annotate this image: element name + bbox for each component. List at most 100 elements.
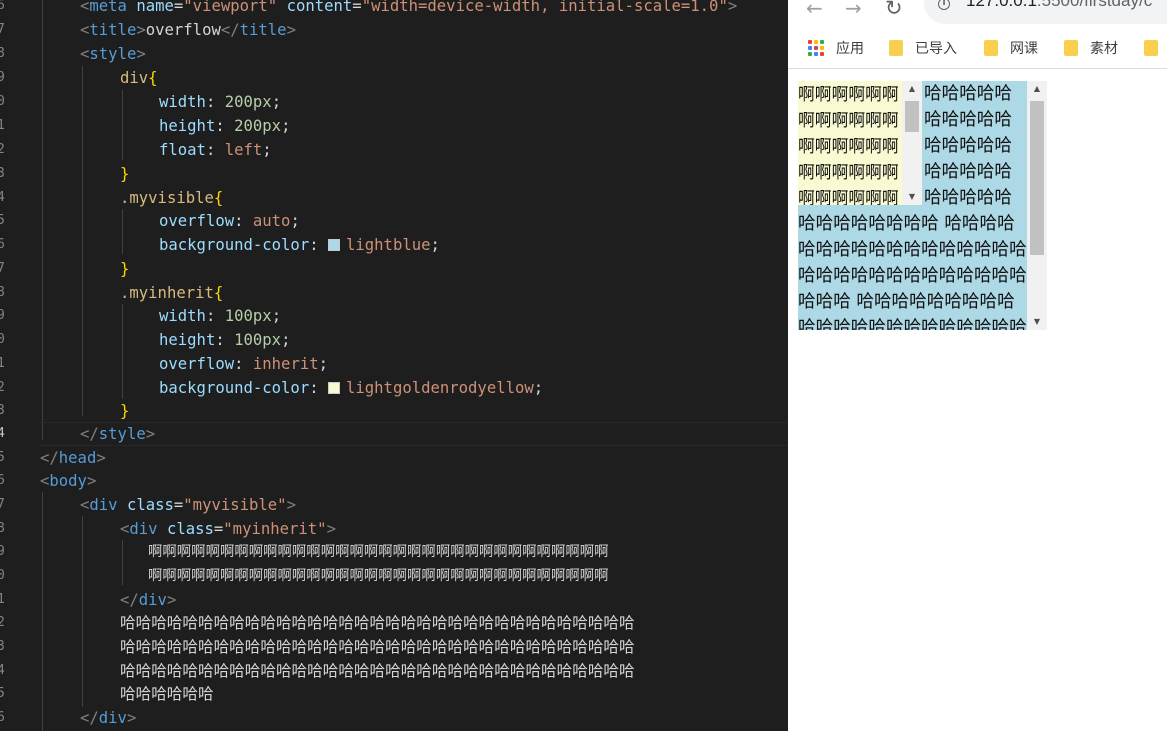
line-number: 5 [0, 213, 5, 228]
token: </ [220, 21, 240, 39]
bookmark-more[interactable] [1144, 39, 1167, 59]
token: name [126, 0, 174, 15]
token: > [136, 45, 146, 63]
token: { [148, 69, 158, 87]
token: head [58, 449, 97, 467]
line-number: 7 [0, 261, 5, 276]
token: < [120, 520, 130, 538]
address-bar[interactable]: i 127.0.0.1:5500/firstday/c [924, 0, 1167, 24]
line-number: 0 [0, 332, 5, 347]
scroll-down-arrow-icon[interactable]: ▼ [902, 189, 922, 205]
token: ; [281, 117, 291, 135]
token: 哈哈哈哈哈哈 [120, 685, 214, 703]
line-number: 6 [0, 0, 5, 13]
token: "myinherit" [223, 520, 327, 538]
token: > [166, 591, 177, 609]
line-number: 1 [0, 118, 5, 133]
token: : [205, 93, 225, 111]
code-line: <style> [40, 42, 788, 66]
bookmarks-bar: 应用 已导入 网课 素材 [788, 30, 1167, 69]
token: background-color [159, 236, 310, 254]
bookmark-imported[interactable]: 已导入 [889, 39, 957, 59]
myvisible-content: 啊啊啊啊啊啊啊啊啊啊啊啊啊啊啊啊啊啊啊啊啊啊啊啊啊啊啊啊啊啊啊啊啊啊啊啊啊啊啊啊… [798, 81, 1027, 330]
token: = [213, 520, 224, 538]
line-number: 8 [0, 521, 5, 536]
outer-scrollbar[interactable]: ▲ ▼ [1027, 81, 1047, 330]
line-number: 4 [0, 663, 5, 678]
scroll-up-arrow-icon[interactable]: ▲ [902, 81, 922, 97]
token: float [159, 141, 206, 159]
folder-icon [984, 40, 998, 56]
token: </ [80, 709, 99, 727]
code-editor[interactable]: 6789012345678901234567890123456 <meta na… [0, 0, 788, 731]
token: title [239, 21, 287, 39]
color-swatch[interactable] [328, 239, 340, 251]
token: meta [89, 0, 127, 15]
token: </ [80, 425, 99, 443]
token: .myinherit [120, 284, 214, 302]
code-line: <meta name="viewport" content="width=dev… [40, 0, 788, 18]
code-line: <body> [40, 469, 788, 493]
token: "width=device-width, initial-scale=1.0" [361, 0, 728, 15]
token: overflow [159, 212, 235, 230]
bookmark-label: 网课 [1010, 41, 1038, 57]
browser-window: ← → ↻ i 127.0.0.1:5500/firstday/c 应用 已导入… [788, 0, 1167, 731]
line-number: 2 [0, 142, 5, 157]
token: div [138, 591, 167, 609]
code-line: 哈哈哈哈哈哈哈哈哈哈哈哈哈哈哈哈哈哈哈哈哈哈哈哈哈哈哈哈哈哈哈哈哈 [40, 611, 788, 635]
line-number: 3 [0, 166, 5, 181]
token: ; [281, 331, 291, 349]
token: lightgoldenrodyellow [346, 379, 534, 397]
outer-scroll-thumb[interactable] [1030, 101, 1044, 255]
current-code-line: </style> [40, 422, 788, 446]
token: > [126, 709, 137, 727]
site-info-icon[interactable]: i [938, 0, 950, 10]
token: style [98, 425, 146, 443]
url-host: 127.0.0.1 [966, 0, 1037, 10]
token: < [80, 496, 90, 514]
folder-icon [1064, 40, 1078, 56]
token: 哈哈哈哈哈哈哈哈哈哈哈哈哈哈哈哈哈哈哈哈哈哈哈哈哈哈哈哈哈哈哈哈哈 [120, 638, 635, 656]
code-area[interactable]: <meta name="viewport" content="width=dev… [40, 0, 788, 731]
token: height [159, 117, 216, 135]
code-line: 哈哈哈哈哈哈哈哈哈哈哈哈哈哈哈哈哈哈哈哈哈哈哈哈哈哈哈哈哈哈哈哈哈 [40, 659, 788, 683]
token: : [205, 307, 225, 325]
token: : [234, 355, 253, 373]
line-number: 1 [0, 356, 5, 371]
bookmark-sucai[interactable]: 素材 [1064, 39, 1118, 59]
token: = [352, 0, 362, 15]
code-line: background-color: lightblue; [40, 233, 788, 257]
bookmark-apps[interactable]: 应用 [808, 39, 864, 59]
token: 啊啊啊啊啊啊啊啊啊啊啊啊啊啊啊啊啊啊啊啊啊啊啊啊啊啊啊啊啊啊啊啊 [148, 544, 609, 560]
token: ; [271, 93, 282, 111]
line-number: 7 [0, 22, 5, 37]
token: "viewport" [183, 0, 278, 15]
myvisible-box[interactable]: 啊啊啊啊啊啊啊啊啊啊啊啊啊啊啊啊啊啊啊啊啊啊啊啊啊啊啊啊啊啊啊啊啊啊啊啊啊啊啊啊… [798, 81, 1047, 330]
inner-scrollbar[interactable]: ▲ ▼ [902, 81, 922, 205]
color-swatch[interactable] [328, 382, 340, 394]
reload-icon[interactable]: ↻ [885, 0, 903, 19]
line-number: 5 [0, 450, 5, 465]
token: overflow [159, 355, 235, 373]
token: ; [290, 212, 300, 230]
scroll-up-arrow-icon[interactable]: ▲ [1027, 81, 1047, 97]
bookmark-wangke[interactable]: 网课 [984, 39, 1038, 59]
scroll-down-arrow-icon[interactable]: ▼ [1027, 314, 1047, 330]
token: 哈哈哈哈哈哈哈哈哈哈哈哈哈哈哈哈哈哈哈哈哈哈哈哈哈哈哈哈哈哈哈哈哈 [120, 614, 635, 632]
myinherit-box[interactable]: 啊啊啊啊啊啊啊啊啊啊啊啊啊啊啊啊啊啊啊啊啊啊啊啊啊啊啊啊啊啊啊啊啊啊啊啊啊啊啊啊… [798, 81, 922, 205]
inner-scroll-thumb[interactable] [905, 101, 919, 132]
myinherit-text: 啊啊啊啊啊啊啊啊啊啊啊啊啊啊啊啊啊啊啊啊啊啊啊啊啊啊啊啊啊啊啊啊啊啊啊啊啊啊啊啊… [798, 84, 899, 205]
token: } [120, 165, 130, 183]
code-line: 啊啊啊啊啊啊啊啊啊啊啊啊啊啊啊啊啊啊啊啊啊啊啊啊啊啊啊啊啊啊啊啊 [40, 540, 788, 564]
line-number: 4 [0, 190, 5, 205]
back-arrow-icon[interactable]: ← [806, 0, 823, 18]
url-text[interactable]: 127.0.0.1:5500/firstday/c [966, 0, 1152, 11]
line-number: 7 [0, 497, 5, 512]
token: : [309, 236, 328, 254]
line-number: 1 [0, 592, 5, 607]
code-line: .myvisible{ [40, 186, 788, 210]
code-line: </div> [40, 588, 788, 612]
token: title [89, 21, 137, 39]
token: = [173, 0, 184, 15]
forward-arrow-icon[interactable]: → [845, 0, 862, 18]
